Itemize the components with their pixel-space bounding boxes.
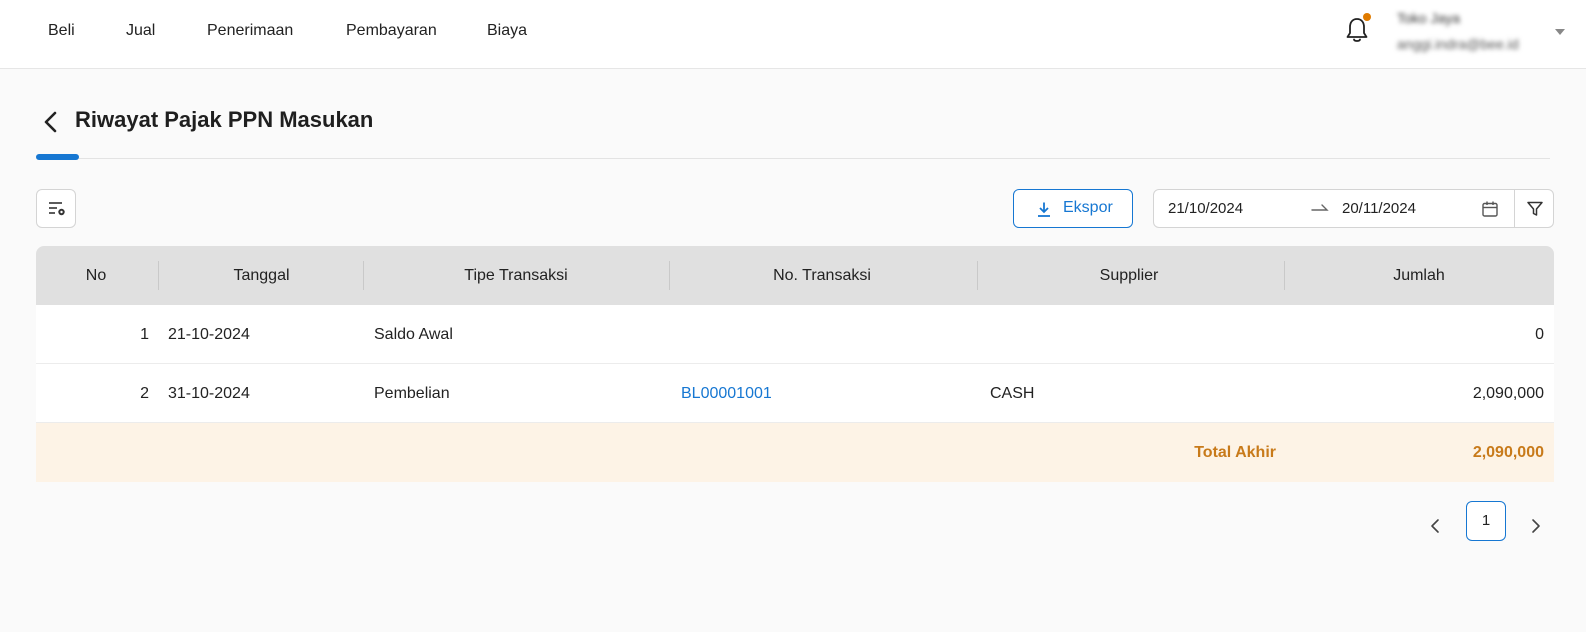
column-header-no: No: [85, 267, 107, 284]
column-header-jumlah: Jumlah: [1393, 267, 1445, 284]
column-header-tipe-transaksi: Tipe Transaksi: [464, 267, 568, 284]
export-button[interactable]: Ekspor: [1013, 189, 1133, 228]
nav-item-biaya[interactable]: Biaya: [487, 22, 527, 40]
top-navbar: Beli Jual Penerimaan Pembayaran Biaya To…: [0, 0, 1586, 69]
user-email: anggi.indra@bee.id: [1397, 36, 1519, 52]
cell-amount: 0: [1535, 326, 1544, 343]
pagination-next-icon[interactable]: [1524, 514, 1548, 538]
column-header-no-transaksi: No. Transaksi: [773, 267, 871, 284]
column-header-tanggal: Tanggal: [233, 267, 290, 284]
date-end-input[interactable]: 20/11/2024: [1342, 200, 1416, 217]
download-icon: [1038, 202, 1050, 217]
nav-item-jual[interactable]: Jual: [126, 22, 155, 40]
swap-right-arrow-icon: [1311, 204, 1329, 211]
date-start-input[interactable]: 21/10/2024: [1168, 200, 1243, 217]
date-range-picker[interactable]: 21/10/2024 20/11/2024: [1153, 189, 1515, 228]
tax-history-table: No Tanggal Tipe Transaksi No. Transaksi …: [36, 246, 1554, 482]
column-header-supplier: Supplier: [1099, 267, 1159, 284]
cell-type: Pembelian: [374, 385, 450, 402]
total-value: 2,090,000: [1472, 444, 1544, 461]
cell-no: 1: [140, 326, 149, 343]
table-header: No Tanggal Tipe Transaksi No. Transaksi …: [36, 246, 1554, 305]
notification-dot: [1363, 13, 1371, 21]
cell-no: 2: [140, 385, 149, 402]
caret-down-icon[interactable]: [1555, 29, 1565, 35]
export-label: Ekspor: [1063, 199, 1113, 216]
back-arrow-icon[interactable]: [40, 110, 62, 134]
cell-transaction-link[interactable]: BL00001001: [681, 364, 772, 423]
pagination-prev-icon[interactable]: [1423, 514, 1447, 538]
user-menu[interactable]: Toko Jaya anggi.indra@bee.id: [1397, 8, 1547, 54]
total-row: Total Akhir 2,090,000: [36, 423, 1554, 482]
header-divider: [36, 158, 1550, 159]
filter-button[interactable]: [1514, 189, 1554, 228]
total-label: Total Akhir: [1194, 444, 1276, 461]
user-name: Toko Jaya: [1397, 10, 1461, 26]
calendar-icon[interactable]: [1481, 200, 1499, 218]
cell-date: 21-10-2024: [168, 326, 250, 343]
pagination-page-current[interactable]: 1: [1466, 501, 1506, 541]
cell-amount: 2,090,000: [1472, 385, 1544, 402]
nav-item-penerimaan[interactable]: Penerimaan: [207, 22, 293, 40]
page-title: Riwayat Pajak PPN Masukan: [75, 107, 374, 132]
active-tab-indicator: [36, 154, 79, 160]
table-row: 1 21-10-2024 Saldo Awal 0: [36, 305, 1554, 364]
cell-date: 31-10-2024: [168, 385, 250, 402]
nav-item-beli[interactable]: Beli: [48, 22, 75, 40]
column-settings-button[interactable]: [36, 189, 76, 228]
table-row: 2 31-10-2024 Pembelian BL00001001 CASH 2…: [36, 364, 1554, 423]
column-settings-icon: [49, 202, 65, 216]
filter-icon: [1527, 201, 1543, 216]
nav-item-pembayaran[interactable]: Pembayaran: [346, 22, 437, 40]
column-separator: [158, 261, 159, 290]
cell-supplier: CASH: [990, 385, 1035, 402]
cell-type: Saldo Awal: [374, 326, 453, 343]
